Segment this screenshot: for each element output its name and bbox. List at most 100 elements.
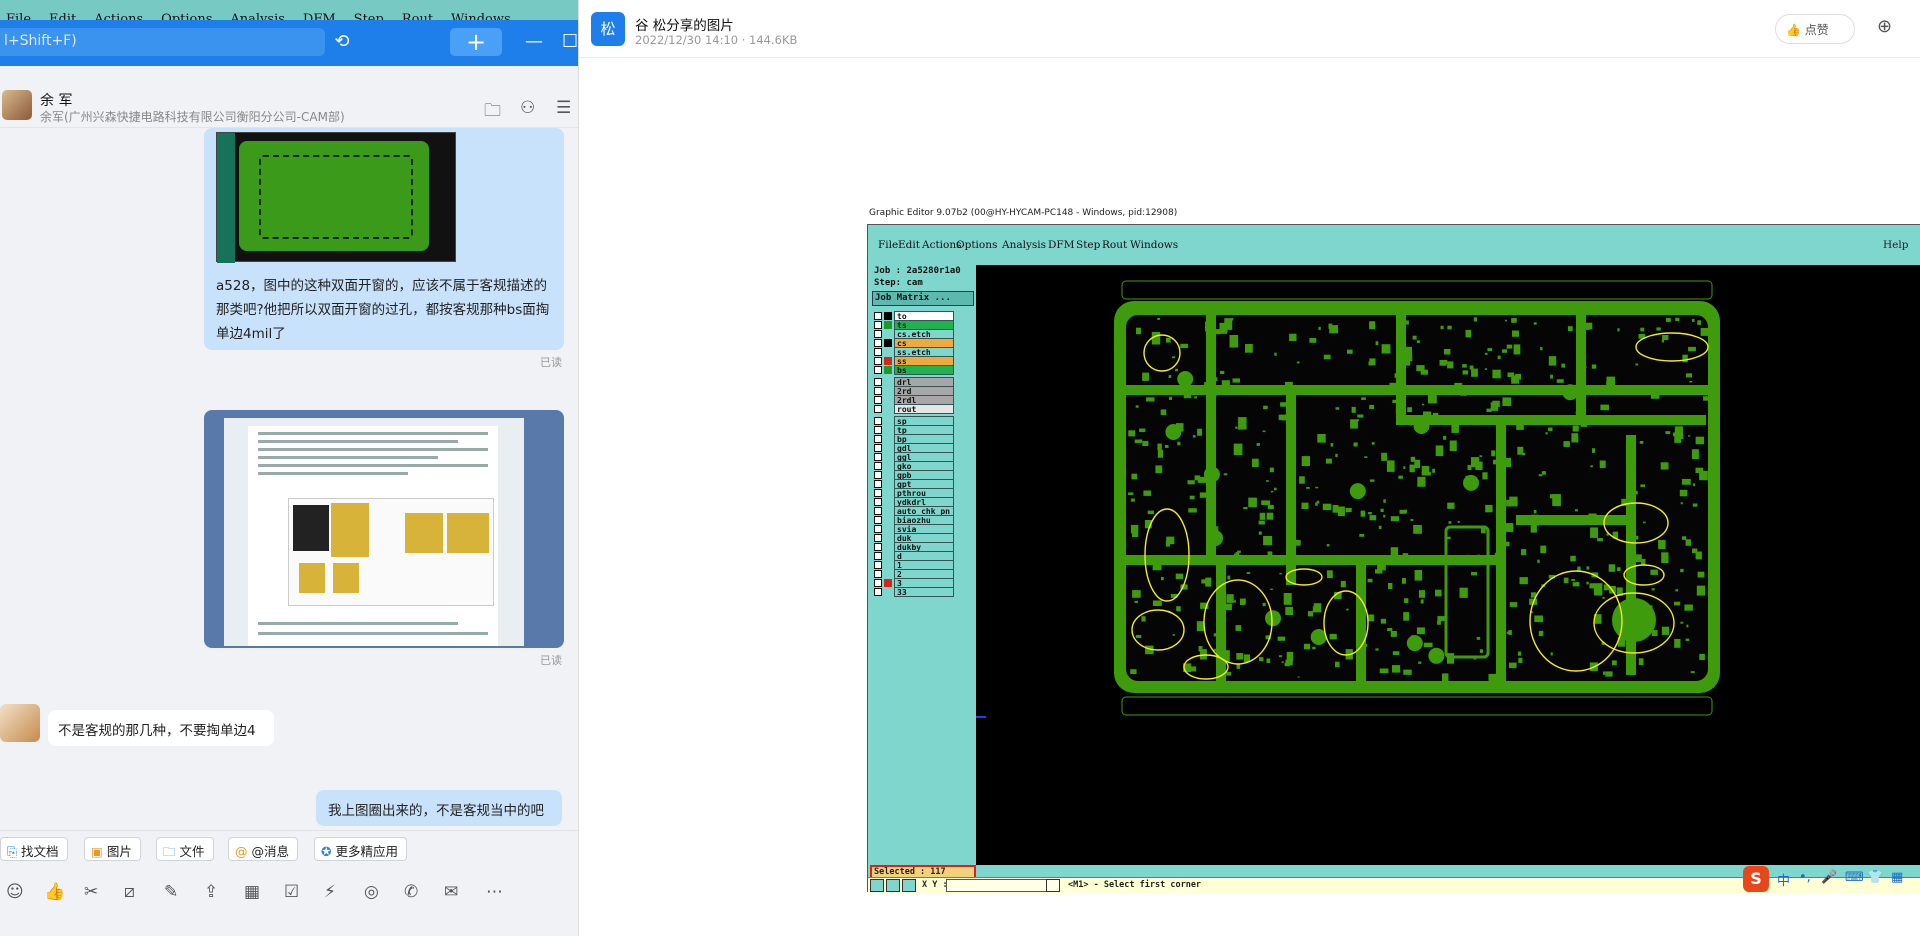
job-matrix-button[interactable]: Job Matrix ...: [872, 291, 974, 306]
layer-color-swatch[interactable]: [884, 471, 892, 479]
pcb-screenshot-thumbnail[interactable]: [216, 132, 456, 263]
layer-color-swatch[interactable]: [884, 561, 892, 569]
picture-button[interactable]: ▣ 图片: [84, 837, 141, 861]
layer-checkbox[interactable]: [874, 435, 882, 443]
layer-color-swatch[interactable]: [884, 579, 892, 587]
layer-checkbox[interactable]: [874, 507, 882, 515]
layer-color-swatch[interactable]: [884, 330, 892, 338]
ime-language[interactable]: 中: [1777, 870, 1790, 889]
mail-icon[interactable]: ✉: [444, 882, 458, 902]
layer-checkbox[interactable]: [874, 339, 882, 347]
layer-color-swatch[interactable]: [884, 426, 892, 434]
find-document-button[interactable]: ⎘ 找文档: [0, 837, 68, 861]
layer-color-swatch[interactable]: [884, 489, 892, 497]
layer-checkbox[interactable]: [874, 330, 882, 338]
task-icon[interactable]: ☑: [284, 882, 299, 902]
layer-color-swatch[interactable]: [884, 405, 892, 413]
calendar-icon[interactable]: ▦: [244, 882, 260, 902]
layer-checkbox[interactable]: [874, 498, 882, 506]
layer-checkbox[interactable]: [874, 480, 882, 488]
ge-menu-analysis[interactable]: Analysis: [1002, 239, 1046, 251]
contact-avatar[interactable]: [2, 90, 32, 120]
flash-icon[interactable]: ⚡: [324, 882, 336, 902]
layer-color-swatch[interactable]: [884, 453, 892, 461]
layer-checkbox[interactable]: [874, 516, 882, 524]
layer-color-swatch[interactable]: [884, 417, 892, 425]
zoom-in-icon[interactable]: ⊕: [1877, 16, 1892, 37]
microphone-icon[interactable]: 🎤: [1821, 870, 1837, 885]
layer-checkbox[interactable]: [874, 570, 882, 578]
layer-color-swatch[interactable]: [884, 396, 892, 404]
layer-checkbox[interactable]: [874, 426, 882, 434]
layer-checkbox[interactable]: [874, 387, 882, 395]
layer-color-swatch[interactable]: [884, 366, 892, 374]
ge-menu-step[interactable]: Step: [1076, 239, 1100, 251]
layer-checkbox[interactable]: [874, 348, 882, 356]
pcb-canvas[interactable]: [976, 265, 1920, 865]
layer-color-swatch[interactable]: [884, 348, 892, 356]
more-settings-icon[interactable]: ☰: [556, 98, 571, 118]
layer-color-swatch[interactable]: [884, 552, 892, 560]
measure-icon[interactable]: [886, 879, 900, 892]
layer-checkbox[interactable]: [874, 405, 882, 413]
layer-color-swatch[interactable]: [884, 435, 892, 443]
skin-icon[interactable]: 👕: [1867, 870, 1883, 885]
file-button[interactable]: 🗀 文件: [156, 837, 214, 861]
layer-checkbox[interactable]: [874, 366, 882, 374]
layer-color-swatch[interactable]: [884, 462, 892, 470]
like-icon[interactable]: 👍: [44, 882, 65, 902]
layer-row[interactable]: rout: [874, 404, 956, 414]
layer-checkbox[interactable]: [874, 534, 882, 542]
layer-checkbox[interactable]: [874, 417, 882, 425]
mention-button[interactable]: @ @消息: [228, 837, 299, 861]
history-icon[interactable]: ⟲: [330, 28, 354, 56]
maximize-icon[interactable]: ☐: [562, 28, 578, 56]
layer-color-swatch[interactable]: [884, 570, 892, 578]
layer-checkbox[interactable]: [874, 321, 882, 329]
screen-share-icon[interactable]: ◎: [364, 882, 379, 902]
ge-menu-options[interactable]: Options: [956, 239, 997, 251]
document-screenshot-thumbnail[interactable]: [224, 418, 524, 646]
add-button[interactable]: +: [450, 28, 502, 56]
keyboard-icon[interactable]: ⌨: [1845, 870, 1864, 885]
upload-icon[interactable]: ⇪: [204, 882, 218, 902]
emoji-icon[interactable]: ☺: [6, 882, 24, 902]
layer-row[interactable]: bs: [874, 365, 956, 375]
note-icon[interactable]: ✎: [164, 882, 178, 902]
layer-checkbox[interactable]: [874, 462, 882, 470]
toolbox-icon[interactable]: ▦: [1891, 870, 1903, 885]
help-menu[interactable]: Help: [1883, 239, 1908, 251]
ge-menu-file[interactable]: File: [878, 239, 898, 251]
layer-checkbox[interactable]: [874, 471, 882, 479]
layer-checkbox[interactable]: [874, 588, 882, 596]
layer-color-swatch[interactable]: [884, 339, 892, 347]
sogou-logo-icon[interactable]: S: [1743, 866, 1769, 892]
grid-icon[interactable]: [902, 879, 916, 892]
ge-menu-windows[interactable]: Windows: [1130, 239, 1178, 251]
more-apps-button[interactable]: ✪ 更多精应用: [314, 837, 407, 861]
add-user-icon[interactable]: ⚇: [520, 98, 535, 118]
layer-color-swatch[interactable]: [884, 516, 892, 524]
folder-icon[interactable]: 🗀: [484, 98, 501, 127]
layer-color-swatch[interactable]: [884, 543, 892, 551]
layer-color-swatch[interactable]: [884, 534, 892, 542]
layer-color-swatch[interactable]: [884, 387, 892, 395]
message-bubble-4[interactable]: 我上图圈出来的，不是客规当中的吧: [316, 790, 562, 826]
message-bubble-2[interactable]: [204, 410, 564, 648]
layer-row[interactable]: 33: [874, 587, 956, 597]
layer-color-swatch[interactable]: [884, 444, 892, 452]
layer-checkbox[interactable]: [874, 525, 882, 533]
xy-input[interactable]: [946, 879, 1058, 892]
minimize-icon[interactable]: —: [524, 28, 544, 56]
layer-checkbox[interactable]: [874, 543, 882, 551]
ge-menu-rout[interactable]: Rout: [1102, 239, 1127, 251]
contact-avatar[interactable]: [0, 704, 40, 742]
punctuation-icon[interactable]: •,: [1799, 870, 1811, 885]
layer-checkbox[interactable]: [874, 579, 882, 587]
like-button[interactable]: 👍 点赞: [1775, 14, 1855, 44]
snap-icon[interactable]: [870, 879, 884, 892]
layer-color-swatch[interactable]: [884, 588, 892, 596]
layer-color-swatch[interactable]: [884, 357, 892, 365]
layer-checkbox[interactable]: [874, 489, 882, 497]
layer-color-swatch[interactable]: [884, 525, 892, 533]
